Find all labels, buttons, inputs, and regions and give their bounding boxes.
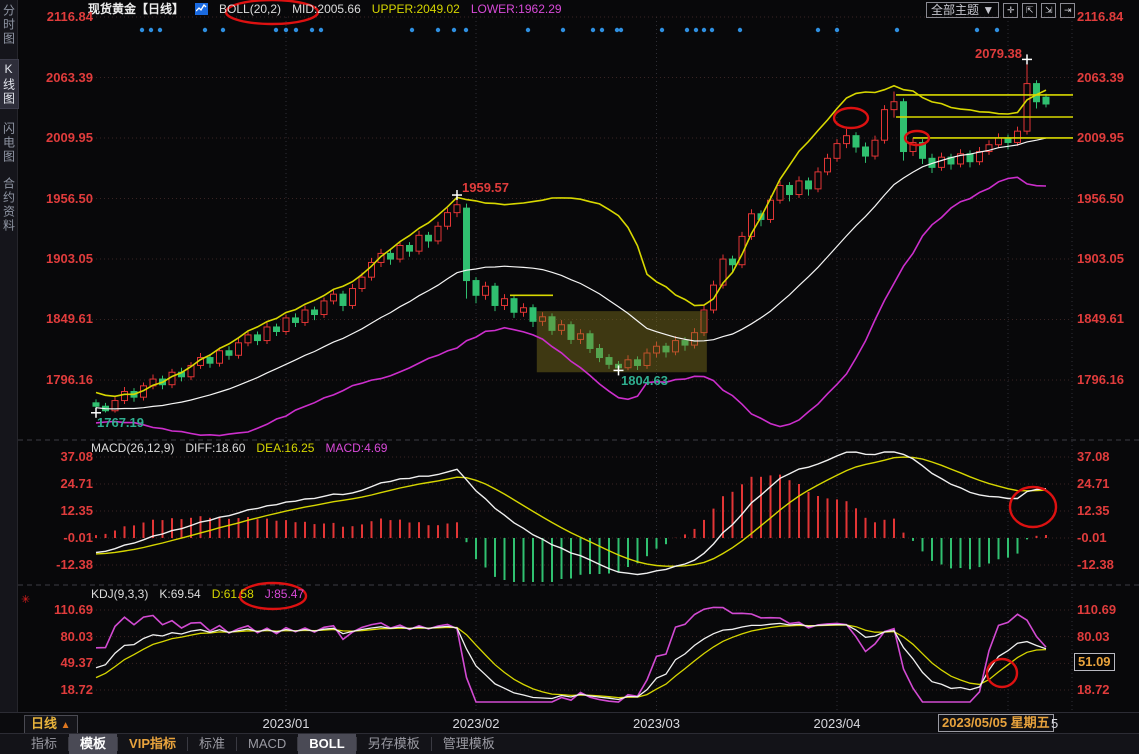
price-tick-label: 2009.95 [1077, 130, 1124, 145]
macd-tick-label: 37.08 [1077, 449, 1110, 464]
period-selector[interactable]: 日线 ▲ [24, 715, 78, 735]
date-overflow-digit: 5 [1051, 716, 1058, 731]
sidebar-item-timeshare[interactable]: 分时图 [0, 4, 18, 46]
macd-tick-label: 37.08 [33, 449, 93, 464]
theme-dropdown[interactable]: 全部主题 ▼ [926, 2, 999, 18]
left-sidebar: 分时图 K线图 闪电图 合约资料 [0, 0, 18, 712]
symbol-title: 现货黄金【日线】 [88, 0, 184, 17]
price-tick-label: 1849.61 [1077, 311, 1124, 326]
boll-lower-value: LOWER:1962.29 [471, 2, 562, 16]
kdj-d-value: D:61.58 [212, 587, 254, 601]
macd-tick-label: -12.38 [33, 557, 93, 572]
chevron-down-icon: ▼ [982, 3, 994, 17]
kdj-panel-header: KDJ(9,3,3) K:69.54 D:61.58 J:85.47 [91, 587, 304, 601]
price-tick-label: 2009.95 [33, 130, 93, 145]
macd-dea-value: DEA:16.25 [256, 441, 314, 455]
tab-manage-templates[interactable]: 管理模板 [432, 734, 506, 754]
price-tick-label: 1956.50 [1077, 191, 1124, 206]
bottom-toolbar: 指标 模板 VIP指标 标准 MACD BOLL 另存模板 管理模板 [0, 733, 1139, 754]
kdj-tick-label: 110.69 [1077, 602, 1116, 617]
sidebar-item-lightning[interactable]: 闪电图 [0, 122, 18, 164]
price-panel-header: 现货黄金【日线】 BOLL(20,2) MID:2005.66 UPPER:20… [88, 1, 562, 16]
price-tick-label: 2063.39 [1077, 70, 1124, 85]
trading-app-window: 2079.38 1959.57 1804.63 1767.19 分时图 K线图 闪电图… [0, 0, 1139, 754]
kdj-tick-label: 80.03 [1077, 629, 1110, 644]
kdj-current-value-badge: 51.09 [1074, 653, 1115, 671]
boll-indicator-label: BOLL(20,2) [219, 2, 281, 16]
macd-macd-value: MACD:4.69 [325, 441, 387, 455]
marker-star-icon: ✳ [21, 593, 30, 606]
price-tick-label: 2116.84 [33, 9, 93, 24]
price-tick-label: 1903.05 [33, 251, 93, 266]
kdj-tick-label: 18.72 [33, 682, 93, 697]
macd-indicator-label: MACD(26,12,9) [91, 441, 174, 455]
macd-tick-label: -0.01 [33, 530, 93, 545]
price-tick-label: 2116.84 [1077, 9, 1123, 24]
macd-tick-label: -0.01 [1077, 530, 1107, 545]
macd-tick-label: 12.35 [33, 503, 93, 518]
pan-icon[interactable]: ✛ [1003, 3, 1018, 18]
kdj-indicator-label: KDJ(9,3,3) [91, 587, 148, 601]
time-axis-row: 日线 ▲ 2023/05/05 星期五 5 2023/01 2023/02 2023… [0, 712, 1139, 733]
month-axis-label: 2023/01 [263, 716, 310, 731]
kdj-tick-label: 49.37 [33, 655, 93, 670]
tab-boll[interactable]: BOLL [298, 734, 355, 754]
macd-tick-label: 12.35 [1077, 503, 1110, 518]
macd-tick-label: 24.71 [33, 476, 93, 491]
price-tick-label: 2063.39 [33, 70, 93, 85]
tab-templates[interactable]: 模板 [69, 734, 117, 754]
kdj-k-value: K:69.54 [159, 587, 200, 601]
month-axis-label: 2023/04 [814, 716, 861, 731]
triangle-up-icon: ▲ [61, 720, 71, 731]
kdj-tick-label: 18.72 [1077, 682, 1110, 697]
tab-macd[interactable]: MACD [237, 734, 297, 754]
compress-axis-icon[interactable]: ⇱ [1022, 3, 1037, 18]
price-tick-label: 1796.16 [1077, 372, 1124, 387]
sidebar-item-kline[interactable]: K线图 [0, 59, 19, 109]
boll-mid-value: MID:2005.66 [292, 2, 361, 16]
macd-tick-label: 24.71 [1077, 476, 1110, 491]
macd-tick-label: -12.38 [1077, 557, 1114, 572]
price-tick-label: 1903.05 [1077, 251, 1124, 266]
macd-diff-value: DIFF:18.60 [185, 441, 245, 455]
price-tick-label: 1849.61 [33, 311, 93, 326]
month-axis-label: 2023/03 [633, 716, 680, 731]
month-axis-label: 2023/02 [453, 716, 500, 731]
kdj-tick-label: 110.69 [33, 602, 93, 617]
chart-canvas[interactable]: 2079.38 1959.57 1804.63 1767.19 [0, 0, 1139, 754]
macd-panel-header: MACD(26,12,9) DIFF:18.60 DEA:16.25 MACD:… [91, 441, 387, 455]
tab-standard[interactable]: 标准 [188, 734, 236, 754]
svg-text:2079.38: 2079.38 [975, 46, 1022, 61]
svg-text:1804.63: 1804.63 [621, 373, 668, 388]
tab-vip-indicators[interactable]: VIP指标 [118, 734, 187, 754]
tab-indicators[interactable]: 指标 [20, 734, 68, 754]
price-tick-label: 1956.50 [33, 191, 93, 206]
top-right-controls: 全部主题 ▼ ✛ ⇱ ⇲ ⇥ [926, 2, 1075, 18]
kline-mini-icon [195, 3, 208, 15]
expand-axis-icon[interactable]: ⇲ [1041, 3, 1056, 18]
current-date-badge: 2023/05/05 星期五 [938, 714, 1054, 732]
svg-text:1767.19: 1767.19 [97, 415, 144, 430]
boll-upper-value: UPPER:2049.02 [372, 2, 460, 16]
kdj-tick-label: 80.03 [33, 629, 93, 644]
svg-text:1959.57: 1959.57 [462, 180, 509, 195]
kdj-j-value: J:85.47 [265, 587, 304, 601]
tab-save-template[interactable]: 另存模板 [357, 734, 431, 754]
price-tick-label: 1796.16 [33, 372, 93, 387]
sidebar-item-contract-info[interactable]: 合约资料 [0, 177, 18, 233]
shift-axis-icon[interactable]: ⇥ [1060, 3, 1075, 18]
